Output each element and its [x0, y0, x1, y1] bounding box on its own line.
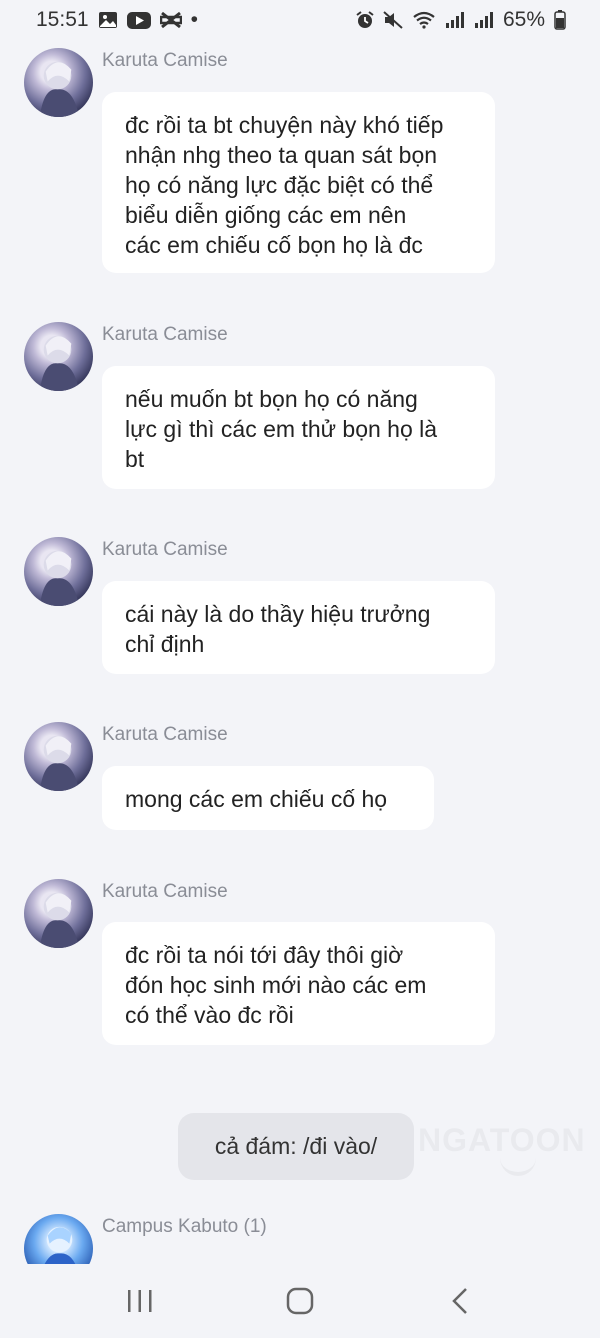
avatar[interactable] [24, 322, 93, 391]
youtube-icon [126, 11, 151, 29]
avatar[interactable] [24, 537, 93, 606]
narration-bubble: cả đám: /đi vào/ [178, 1113, 414, 1180]
message-bubble: nếu muốn bt bọn họ có năng lực gì thì cá… [102, 366, 495, 489]
home-icon[interactable] [270, 1271, 330, 1331]
status-right: 65% [356, 8, 566, 32]
status-dot: • [190, 8, 198, 31]
battery-icon [554, 10, 566, 30]
alarm-icon [356, 11, 374, 29]
sender-name: Karuta Camise [102, 724, 228, 745]
sender-name: Karuta Camise [102, 881, 228, 902]
sender-name: Karuta Camise [102, 324, 228, 345]
image-icon [98, 11, 118, 29]
recents-icon[interactable] [110, 1271, 170, 1331]
signal-icon [445, 11, 465, 29]
sender-name: Campus Kabuto (1) [102, 1216, 267, 1237]
status-left: 15:51 • [36, 8, 198, 32]
message-bubble: đc rồi ta bt chuyện này khó tiếp nhận nh… [102, 92, 495, 273]
avatar[interactable] [24, 48, 93, 117]
back-icon[interactable] [430, 1271, 490, 1331]
watermark-smile [500, 1158, 536, 1176]
mute-icon [383, 11, 403, 29]
capcut-icon [159, 11, 182, 29]
sender-name: Karuta Camise [102, 539, 228, 560]
watermark: NGATOON [418, 1122, 586, 1158]
navigation-bar [0, 1264, 600, 1338]
wifi-icon [412, 11, 436, 29]
status-time: 15:51 [36, 8, 89, 31]
message-bubble: cái này là do thầy hiệu trưởng chỉ định [102, 581, 495, 674]
signal-icon [474, 11, 494, 29]
avatar[interactable] [24, 722, 93, 791]
avatar[interactable] [24, 879, 93, 948]
sender-name: Karuta Camise [102, 50, 228, 71]
battery-percent: 65% [502, 8, 545, 31]
message-bubble: đc rồi ta nói tới đây thôi giờ đón học s… [102, 922, 495, 1045]
message-bubble: mong các em chiếu cố họ [102, 766, 434, 830]
status-bar: 15:51 • 65% [0, 0, 600, 40]
